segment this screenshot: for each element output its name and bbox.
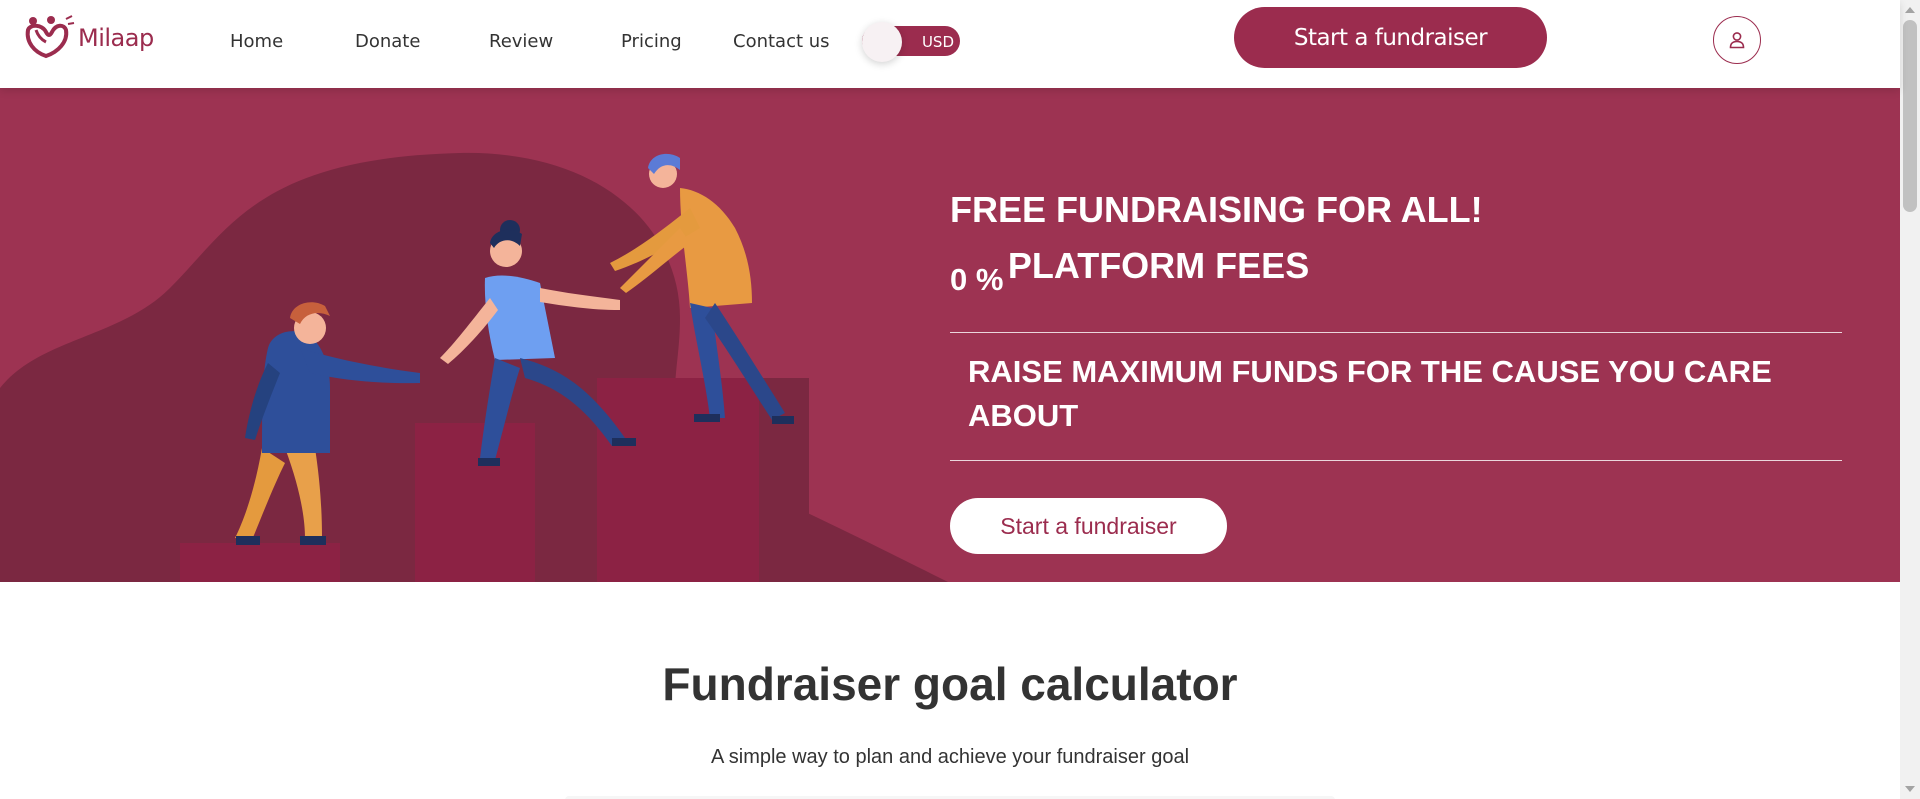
- scrollbar-thumb[interactable]: [1903, 20, 1917, 212]
- currency-toggle-knob[interactable]: [862, 22, 902, 62]
- scroll-down-arrow-icon[interactable]: [1905, 786, 1915, 792]
- hero-subtitle: RAISE MAXIMUM FUNDS FOR THE CAUSE YOU CA…: [968, 354, 1772, 433]
- nav-pricing[interactable]: Pricing: [621, 31, 682, 52]
- logo-text: Milaap: [78, 24, 154, 52]
- scroll-up-arrow-icon[interactable]: [1905, 7, 1915, 13]
- currency-toggle[interactable]: USD: [862, 22, 960, 62]
- calculator-title: Fundraiser goal calculator: [662, 658, 1238, 710]
- nav-home[interactable]: Home: [230, 31, 283, 52]
- start-fundraiser-hero-button[interactable]: Start a fundraiser: [950, 498, 1227, 554]
- helping-hands-illustration: [0, 152, 948, 582]
- site-header: Milaap Home Donate Review Pricing Contac…: [0, 0, 1900, 88]
- nav-contact-us[interactable]: Contact us: [733, 31, 830, 52]
- hero-divider-bottom: [950, 460, 1842, 461]
- nav-donate[interactable]: Donate: [355, 31, 420, 52]
- platform-fee-value: 0 %: [950, 262, 1004, 297]
- start-fundraiser-header-button[interactable]: Start a fundraiser: [1234, 7, 1547, 68]
- calculator-subtitle: A simple way to plan and achieve your fu…: [710, 746, 1190, 768]
- page-scrollbar[interactable]: [1900, 0, 1920, 799]
- hero-divider-top: [950, 332, 1842, 333]
- account-button[interactable]: [1713, 16, 1761, 64]
- user-icon: [1729, 32, 1745, 49]
- platform-fee-label: PLATFORM FEES: [1007, 245, 1310, 286]
- hero-title: FREE FUNDRAISING FOR ALL!: [950, 189, 1483, 230]
- milaap-logo[interactable]: Milaap: [24, 14, 154, 62]
- hero-fees: 0 % PLATFORM FEES: [950, 245, 1310, 297]
- currency-label: USD: [921, 33, 954, 51]
- milaap-heart-logo-icon: [25, 15, 75, 59]
- nav-review[interactable]: Review: [489, 31, 553, 52]
- hero-banner: FREE FUNDRAISING FOR ALL! 0 % PLATFORM F…: [0, 88, 1900, 582]
